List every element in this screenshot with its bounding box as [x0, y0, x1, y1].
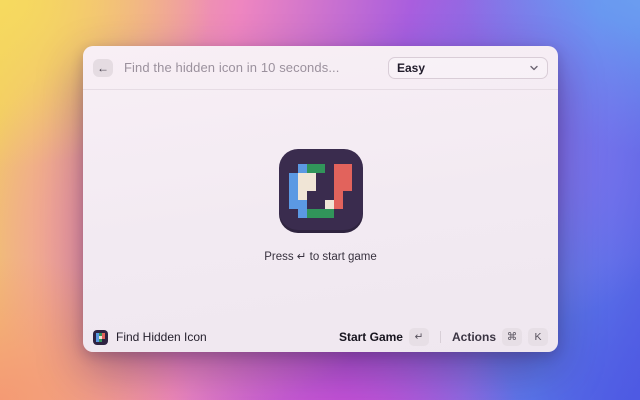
chevron-down-icon [529, 63, 539, 73]
difficulty-dropdown[interactable]: Easy [388, 57, 548, 79]
k-key-icon: K [528, 328, 548, 346]
back-button[interactable]: ← [93, 59, 113, 77]
back-arrow-icon: ← [97, 61, 109, 75]
search-placeholder[interactable]: Find the hidden icon in 10 seconds... [124, 60, 388, 75]
window-footer: Find Hidden Icon Start Game ↵ Actions ⌘ … [83, 322, 558, 352]
launcher-window: ← Find the hidden icon in 10 seconds... … [83, 46, 558, 352]
actions-menu-button[interactable]: Actions ⌘ K [452, 328, 548, 346]
start-game-action[interactable]: Start Game ↵ [339, 328, 429, 346]
window-header: ← Find the hidden icon in 10 seconds... … [83, 46, 558, 89]
app-name-label: Find Hidden Icon [116, 330, 331, 344]
difficulty-value: Easy [397, 61, 529, 75]
actions-label: Actions [452, 330, 496, 344]
footer-divider [440, 331, 441, 343]
pixel-art-grid [289, 164, 352, 218]
app-logo-icon [93, 330, 108, 345]
enter-key-icon: ↵ [409, 328, 429, 346]
command-key-icon: ⌘ [502, 328, 522, 346]
start-game-label: Start Game [339, 330, 403, 344]
start-hint-text: Press ↵ to start game [264, 249, 377, 263]
main-content: Press ↵ to start game [83, 90, 558, 322]
desktop-background: ← Find the hidden icon in 10 seconds... … [0, 0, 640, 400]
hidden-icon-game-artwork [279, 149, 363, 233]
